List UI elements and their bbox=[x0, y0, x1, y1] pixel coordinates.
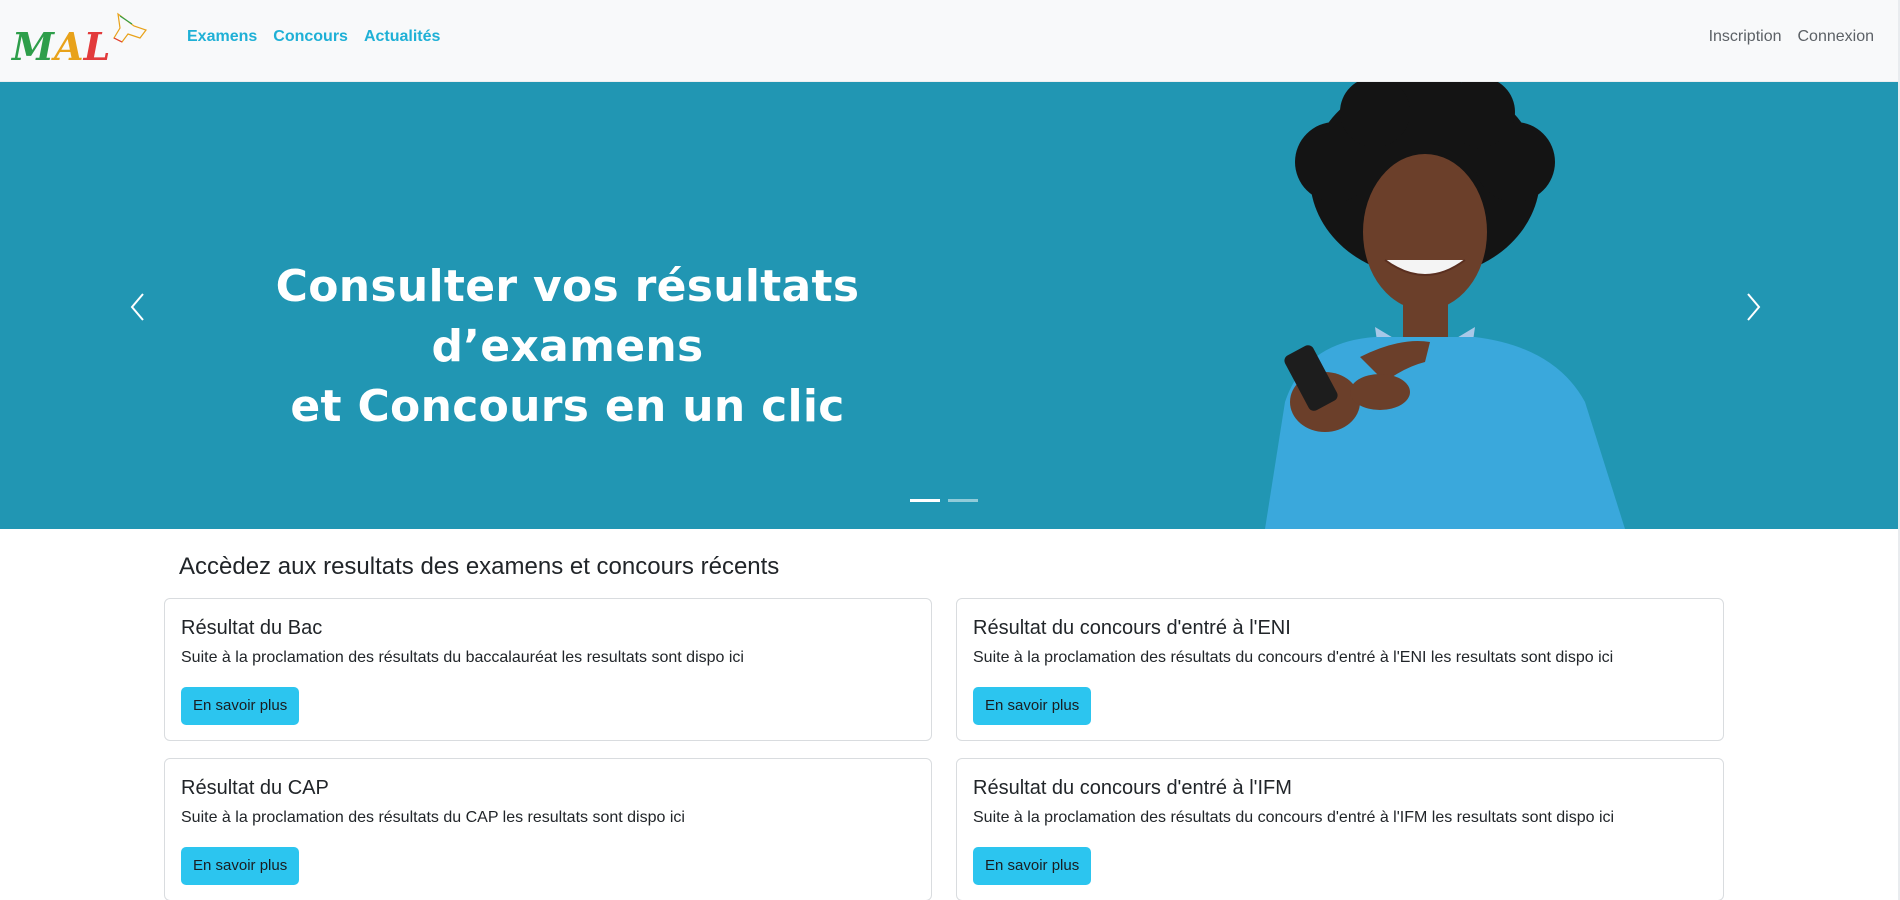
card-text: Suite à la proclamation des résultats du… bbox=[973, 649, 1614, 666]
hero-carousel: Consulter vos résultats d’examens et Con… bbox=[0, 82, 1898, 529]
carousel-indicator-2[interactable] bbox=[948, 499, 978, 502]
learn-more-button[interactable]: En savoir plus bbox=[181, 847, 300, 885]
learn-more-button[interactable]: En savoir plus bbox=[973, 687, 1092, 725]
carousel-indicator-1[interactable] bbox=[910, 499, 940, 502]
nav-connexion[interactable]: Connexion bbox=[1798, 28, 1875, 46]
card-title: Résultat du CAP bbox=[181, 777, 329, 799]
result-card-eni: Résultat du concours d'entré à l'ENI Sui… bbox=[956, 598, 1724, 741]
main-nav: Examens Concours Actualités bbox=[187, 28, 440, 46]
carousel-next-icon[interactable] bbox=[1733, 282, 1773, 332]
result-card-ifm: Résultat du concours d'entré à l'IFM Sui… bbox=[956, 758, 1724, 900]
hero-heading-line2: et Concours en un clic bbox=[290, 381, 845, 432]
learn-more-button[interactable]: En savoir plus bbox=[973, 847, 1092, 885]
card-text: Suite à la proclamation des résultats du… bbox=[181, 809, 685, 826]
card-title: Résultat du concours d'entré à l'IFM bbox=[973, 777, 1292, 799]
learn-more-button[interactable]: En savoir plus bbox=[181, 687, 300, 725]
card-title: Résultat du Bac bbox=[181, 617, 323, 639]
results-section-title: Accèdez aux resultats des examens et con… bbox=[179, 553, 780, 580]
result-card-cap: Résultat du CAP Suite à la proclamation … bbox=[164, 758, 932, 900]
nav-actualites[interactable]: Actualités bbox=[364, 28, 440, 46]
hero-person-image bbox=[1265, 82, 1625, 529]
card-title: Résultat du concours d'entré à l'ENI bbox=[973, 617, 1291, 639]
brand-logo[interactable]: MAL bbox=[10, 8, 150, 68]
top-navbar: MAL Examens Concours Actualités Inscript… bbox=[0, 0, 1898, 82]
card-text: Suite à la proclamation des résultats du… bbox=[973, 809, 1615, 826]
nav-concours[interactable]: Concours bbox=[273, 28, 348, 46]
result-card-bac: Résultat du Bac Suite à la proclamation … bbox=[164, 598, 932, 741]
carousel-prev-icon[interactable] bbox=[118, 282, 158, 332]
nav-examens[interactable]: Examens bbox=[187, 28, 257, 46]
card-text: Suite à la proclamation des résultats du… bbox=[181, 649, 744, 666]
carousel-indicators bbox=[910, 499, 978, 502]
svg-text:MAL: MAL bbox=[10, 24, 110, 68]
account-nav: Inscription Connexion bbox=[1709, 28, 1874, 46]
hero-heading: Consulter vos résultats d’examens et Con… bbox=[160, 257, 975, 437]
nav-inscription[interactable]: Inscription bbox=[1709, 28, 1782, 46]
hero-heading-line1: Consulter vos résultats d’examens bbox=[275, 261, 860, 372]
